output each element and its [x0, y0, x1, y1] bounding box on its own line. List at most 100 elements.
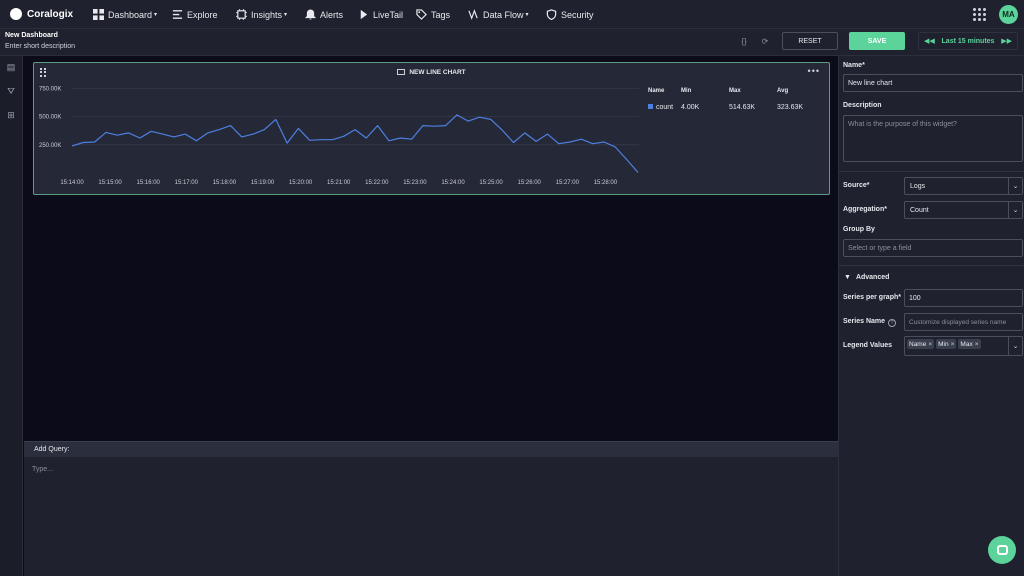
x-tick-label: 15:24:00	[441, 180, 465, 186]
layout-icon[interactable]: ▤	[6, 62, 16, 72]
insights-icon	[236, 9, 247, 20]
add-widget-icon[interactable]: ⊞	[6, 110, 16, 120]
x-tick-label: 15:20:00	[289, 180, 313, 186]
y-tick-label: 750.00K	[39, 86, 61, 92]
description-field[interactable]: What is the purpose of this widget?	[843, 115, 1023, 162]
nav-alerts-label: Alerts	[320, 9, 344, 20]
aggregation-label: Aggregation*	[843, 206, 887, 213]
nav-alerts[interactable]: Alerts	[305, 0, 343, 29]
code-braces-icon[interactable]: {}	[739, 37, 749, 47]
nav-data-flow-label: Data Flow	[483, 9, 524, 20]
x-tick-label: 15:23:00	[403, 180, 427, 186]
advanced-toggle[interactable]: ▼ Advanced	[844, 274, 889, 281]
refresh-icon[interactable]: ⟳	[760, 37, 770, 47]
nav-dashboard-label: Dashboard	[108, 9, 153, 20]
help-icon[interactable]: ?	[888, 319, 897, 327]
series-line-count[interactable]	[71, 114, 639, 173]
nav-livetail-label: LiveTail	[373, 9, 404, 20]
advanced-label: Advanced	[855, 274, 890, 281]
x-tick-label: 15:21:00	[327, 180, 351, 186]
tag-icon	[416, 9, 427, 20]
brand-logo[interactable]: Coralogix	[10, 8, 92, 20]
apps-grid-icon[interactable]	[973, 8, 986, 21]
series-name-field[interactable]: Customize displayed series name	[904, 313, 1023, 331]
brand-name: Coralogix	[27, 8, 74, 20]
x-tick-label: 15:15:00	[98, 180, 122, 186]
nav-security[interactable]: Security	[546, 0, 594, 29]
save-button[interactable]: SAVE	[849, 32, 905, 50]
data-flow-icon	[468, 9, 479, 20]
reset-button[interactable]: RESET	[782, 32, 838, 50]
query-bar: Add Query:	[24, 441, 838, 457]
tag-max[interactable]: Max ×	[958, 339, 981, 349]
legend-series-name[interactable]: count	[648, 104, 673, 111]
widget-settings-panel: Name* New line chart Description What is…	[838, 56, 1024, 576]
legend-header-avg: Avg	[777, 88, 789, 94]
aggregation-select[interactable]: Count ⌄	[904, 201, 1023, 219]
divider	[839, 265, 1024, 266]
x-tick-label: 15:19:00	[251, 180, 275, 186]
chevron-down-icon: ▾	[154, 12, 158, 18]
explore-icon	[172, 9, 183, 20]
tag-name[interactable]: Name ×	[907, 339, 935, 349]
tag-min-label: Min	[938, 340, 949, 348]
play-icon	[358, 9, 369, 20]
x-tick-label: 15:27:00	[556, 180, 580, 186]
x-tick-label: 15:28:00	[594, 180, 618, 186]
add-query-label: Add Query:	[34, 446, 70, 453]
query-editor[interactable]: Type...	[24, 457, 838, 576]
source-select[interactable]: Logs ⌄	[904, 177, 1023, 195]
legend-values-select[interactable]: Name × Min × Max × ⌄	[904, 336, 1023, 356]
nav-insights[interactable]: Insights ▾	[236, 0, 287, 29]
chevron-down-icon: ⌄	[1008, 178, 1022, 194]
legend-values-tags: Name × Min × Max ×	[907, 339, 983, 349]
filter-icon[interactable]: ⛛	[6, 86, 16, 96]
nav-data-flow[interactable]: Data Flow ▾	[468, 0, 529, 29]
user-avatar[interactable]: MA	[999, 5, 1018, 24]
x-tick-label: 15:26:00	[518, 180, 542, 186]
group-by-label: Group By	[843, 226, 875, 233]
chat-support-button[interactable]	[988, 536, 1016, 564]
chevron-down-icon: ⌄	[1008, 337, 1022, 355]
series-per-graph-field[interactable]: 100	[904, 289, 1023, 307]
legend-header-name: Name	[648, 88, 665, 94]
nav-security-label: Security	[561, 9, 594, 20]
remove-tag-icon[interactable]: ×	[928, 341, 932, 348]
dashboard-title[interactable]: New Dashboard	[5, 32, 58, 39]
remove-tag-icon[interactable]: ×	[975, 341, 979, 348]
series-name-label: Series Name	[843, 318, 886, 325]
divider	[839, 171, 1024, 172]
legend-min-value: 4.00K	[681, 104, 700, 111]
legend-max-value: 514.63K	[729, 104, 756, 111]
dashboard-icon	[93, 9, 104, 20]
y-tick-label: 250.00K	[39, 143, 61, 149]
chevron-down-icon: ⌄	[1008, 202, 1022, 218]
x-tick-label: 15:25:00	[479, 180, 503, 186]
group-by-field[interactable]: Select or type a field	[843, 239, 1023, 257]
time-range-picker[interactable]: ◀◀ Last 15 minutes ▶▶	[918, 32, 1018, 50]
remove-tag-icon[interactable]: ×	[951, 341, 955, 348]
dashboard-description[interactable]: Enter short description	[5, 43, 75, 50]
nav-dashboard[interactable]: Dashboard ▾	[93, 0, 157, 29]
chevron-down-icon: ▾	[525, 12, 529, 18]
legend-values-label: Legend Values	[843, 342, 893, 349]
nav-explore[interactable]: Explore	[172, 0, 218, 29]
line-chart: 250.00K 500.00K 750.00K 15:14:00 15:15:00 15:…	[39, 86, 639, 186]
nav-tags-label: Tags	[431, 9, 451, 20]
tag-min[interactable]: Min ×	[936, 339, 957, 349]
x-tick-label: 15:18:00	[213, 180, 237, 186]
fast-forward-icon[interactable]: ▶▶	[1001, 37, 1012, 45]
nav-tags[interactable]: Tags	[416, 0, 450, 29]
x-tick-label: 15:17:00	[175, 180, 199, 186]
rewind-icon[interactable]: ◀◀	[924, 37, 935, 45]
time-range-label: Last 15 minutes	[941, 37, 995, 45]
name-label: Name*	[843, 62, 865, 69]
query-placeholder: Type...	[32, 466, 54, 473]
line-chart-widget[interactable]: NEW LINE CHART ••• 250.00K 500.00K 750.00K…	[33, 62, 830, 195]
tag-name-label: Name	[909, 340, 927, 348]
name-field[interactable]: New line chart	[843, 74, 1023, 92]
chevron-down-icon: ▾	[284, 12, 288, 18]
legend-series-label: count	[656, 104, 674, 111]
nav-livetail[interactable]: LiveTail	[358, 0, 403, 29]
nav-insights-label: Insights	[251, 9, 283, 20]
